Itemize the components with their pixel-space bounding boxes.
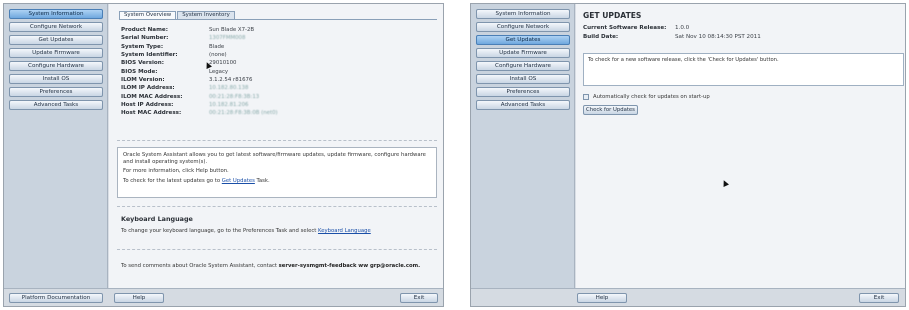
field-value: 3.1.2.54 r81676 (209, 76, 253, 83)
release-value: 1.0.0 (675, 25, 690, 31)
check-for-updates-button[interactable]: Check for Updates (583, 105, 638, 115)
table-row: ILOM IP Address: 10.182.80.138 (121, 84, 321, 92)
page-title: GET UPDATES (583, 11, 642, 20)
keyboard-language-heading: Keyboard Language (121, 215, 193, 223)
nav-configure-hardware[interactable]: Configure Hardware (476, 61, 570, 71)
field-label: Serial Number: (121, 35, 169, 42)
osa-window-get-updates: System Information Configure Network Get… (470, 3, 906, 307)
info-updates-suffix: Task. (256, 177, 270, 184)
divider (117, 206, 437, 207)
table-row: BIOS Version: 29010100 (121, 59, 321, 67)
table-row: Host MAC Address: 00:21:28:F8:3B:0B (net0… (121, 109, 321, 117)
update-message-box: To check for a new software release, cli… (583, 53, 904, 86)
table-row: Host IP Address: 10.182.81.206 (121, 101, 321, 109)
help-button[interactable]: Help (114, 293, 164, 303)
nav-configure-hardware[interactable]: Configure Hardware (9, 61, 103, 71)
osa-window-system-information: System Information Configure Network Get… (3, 3, 444, 307)
field-label: Host MAC Address: (121, 110, 182, 117)
field-label: Product Name: (121, 27, 168, 34)
exit-button[interactable]: Exit (400, 293, 438, 303)
nav-system-information[interactable]: System Information (9, 9, 103, 19)
build-date-row: Build Date: Sat Nov 10 08:14:30 PST 2011 (583, 34, 761, 40)
info-text-description: Oracle System Assistant allows you to ge… (123, 152, 426, 165)
main-content: GET UPDATES Current Software Release: 1.… (576, 4, 905, 290)
get-updates-link[interactable]: Get Updates (222, 178, 255, 184)
table-row: System Identifier: (none) (121, 51, 321, 59)
auto-check-checkbox[interactable] (583, 94, 589, 100)
table-row: Product Name: Sun Blade X7-2B (121, 26, 321, 34)
info-text-updates: To check for the latest updates go to Ge… (123, 178, 431, 185)
field-value: 10.182.81.206 (209, 101, 249, 108)
keyboard-language-text: To change your keyboard language, go to … (121, 228, 371, 234)
sidebar: System Information Configure Network Get… (4, 4, 108, 290)
divider (117, 140, 437, 141)
nav-configure-network[interactable]: Configure Network (476, 22, 570, 32)
table-row: Serial Number: 1307FMM008 (121, 34, 321, 42)
nav-advanced-tasks[interactable]: Advanced Tasks (9, 100, 103, 110)
keyboard-text-prefix: To change your keyboard language, go to … (121, 228, 317, 234)
nav-get-updates[interactable]: Get Updates (476, 35, 570, 45)
feedback-text: To send comments about Oracle System Ass… (121, 263, 420, 269)
nav-update-firmware[interactable]: Update Firmware (9, 48, 103, 58)
build-date-value: Sat Nov 10 08:14:30 PST 2011 (675, 34, 761, 40)
nav-advanced-tasks[interactable]: Advanced Tasks (476, 100, 570, 110)
field-label: ILOM IP Address: (121, 85, 175, 92)
nav-get-updates[interactable]: Get Updates (9, 35, 103, 45)
tab-divider (119, 19, 437, 20)
table-row: ILOM MAC Address: 00:21:28:F8:3B:13 (121, 92, 321, 100)
auto-check-option[interactable]: Automatically check for updates on start… (583, 94, 710, 100)
table-row: ILOM Version: 3.1.2.54 r81676 (121, 76, 321, 84)
field-label: BIOS Mode: (121, 68, 158, 75)
feedback-prefix: To send comments about Oracle System Ass… (121, 263, 277, 269)
info-panel: Oracle System Assistant allows you to ge… (117, 147, 437, 198)
exit-button[interactable]: Exit (859, 293, 899, 303)
bottom-bar: Help Exit (471, 288, 905, 306)
feedback-email: server-sysmgmt-feedback ww grp@oracle.co… (278, 263, 421, 269)
field-label: System Identifier: (121, 52, 178, 59)
table-row: BIOS Mode: Legacy (121, 67, 321, 75)
field-value: 1307FMM008 (209, 35, 246, 42)
nav-preferences[interactable]: Preferences (9, 87, 103, 97)
field-value: 00:21:28:F8:3B:0B (net0) (209, 110, 278, 117)
info-updates-prefix: To check for the latest updates go to (123, 177, 221, 184)
keyboard-language-link[interactable]: Keyboard Language (318, 228, 371, 234)
divider (117, 249, 437, 250)
platform-documentation-button[interactable]: Platform Documentation (9, 293, 103, 303)
sidebar: System Information Configure Network Get… (471, 4, 575, 290)
field-label: Host IP Address: (121, 101, 174, 108)
nav-preferences[interactable]: Preferences (476, 87, 570, 97)
field-label: ILOM Version: (121, 76, 165, 83)
nav-system-information[interactable]: System Information (476, 9, 570, 19)
field-value: 10.182.80.138 (209, 85, 249, 92)
nav-update-firmware[interactable]: Update Firmware (476, 48, 570, 58)
main-content: System Overview System Inventory Product… (109, 4, 443, 290)
bottom-bar: Platform Documentation Help Exit (4, 288, 443, 306)
field-value: 00:21:28:F8:3B:13 (209, 93, 260, 100)
release-label: Current Software Release: (583, 25, 667, 31)
field-value: Legacy (209, 68, 229, 75)
nav-configure-network[interactable]: Configure Network (9, 22, 103, 32)
field-value: Sun Blade X7-2B (209, 27, 255, 34)
release-row: Current Software Release: 1.0.0 (583, 25, 689, 31)
field-label: BIOS Version: (121, 60, 164, 67)
nav-install-os[interactable]: Install OS (9, 74, 103, 84)
build-date-label: Build Date: (583, 34, 619, 40)
info-text-help: For more information, click Help button. (123, 168, 229, 175)
field-label: System Type: (121, 43, 164, 50)
field-value: 29010100 (209, 60, 237, 67)
system-overview-table: Product Name: Sun Blade X7-2B Serial Numb… (121, 26, 321, 117)
mouse-pointer-icon (721, 179, 729, 187)
table-row: System Type: Blade (121, 43, 321, 51)
field-label: ILOM MAC Address: (121, 93, 183, 100)
nav-install-os[interactable]: Install OS (476, 74, 570, 84)
field-value: Blade (209, 43, 225, 50)
field-value: (none) (209, 52, 227, 59)
auto-check-label: Automatically check for updates on start… (593, 94, 710, 100)
help-button[interactable]: Help (577, 293, 627, 303)
